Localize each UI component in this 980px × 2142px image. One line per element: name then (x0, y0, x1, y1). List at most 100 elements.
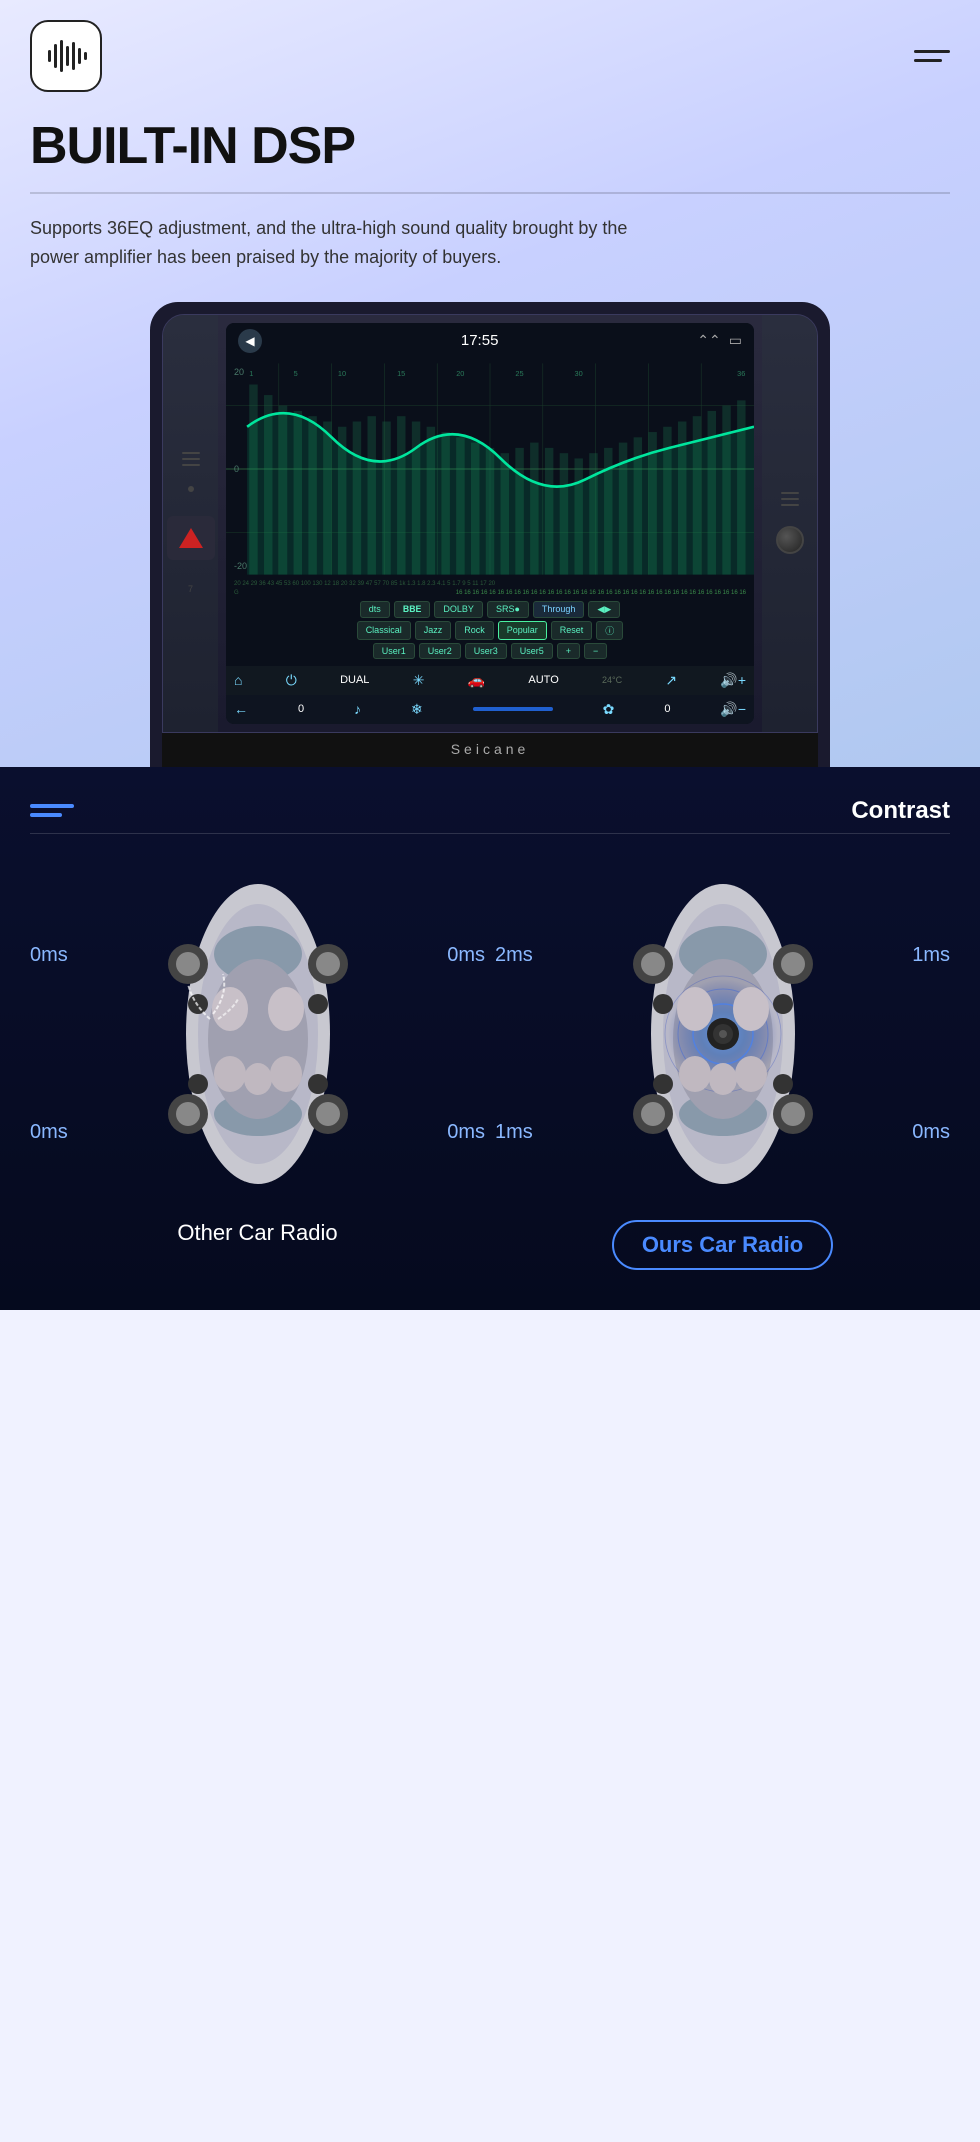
db-label-bot: -20 (234, 561, 247, 571)
music-icon: ♪ (354, 701, 361, 717)
ours-car-svg (623, 864, 823, 1204)
ours-car-button[interactable]: Ours Car Radio (612, 1220, 833, 1270)
contrast-header: Contrast (30, 797, 950, 825)
car-panel: 7 ◀ 17:55 ⌃⌃ ▭ (162, 314, 818, 733)
left-vents (182, 452, 200, 466)
home-icon[interactable]: ⌂ (234, 672, 242, 688)
popular-button[interactable]: Popular (498, 621, 547, 640)
hero-description: Supports 36EQ adjustment, and the ultra-… (30, 214, 670, 272)
bottom-nav-bar-2: ← 0 ♪ ❄ ✿ 0 🔊− (226, 695, 754, 724)
freq-label: 20 24 29 36 43 45 53 60 100 130 12 18 20… (234, 581, 495, 587)
screen-status-icons: ⌃⌃ ▭ (697, 332, 742, 349)
vent-line (182, 458, 200, 460)
vent-line (781, 504, 799, 506)
gain-values: 16 16 16 16 16 16 16 16 16 16 16 16 16 1… (456, 590, 746, 596)
brand-label: Seicane (162, 733, 818, 767)
dolby-button[interactable]: DOLBY (434, 601, 483, 618)
db-labels: 20 0 -20 (234, 359, 247, 579)
user3-button[interactable]: User3 (465, 643, 507, 659)
hamburger-menu[interactable] (914, 50, 950, 62)
vent-line (781, 498, 799, 500)
car-radio-image: 7 ◀ 17:55 ⌃⌃ ▭ (30, 302, 950, 767)
back-button[interactable]: ◀ (238, 329, 262, 353)
battery-icon: ▭ (729, 332, 742, 349)
user1-button[interactable]: User1 (373, 643, 415, 659)
freq-label-2: G (234, 590, 239, 596)
other-car-wrapper: 0ms 0ms 0ms 0ms (30, 864, 485, 1204)
vent-line (781, 492, 799, 494)
user5-button[interactable]: User5 (511, 643, 553, 659)
screen-header: ◀ 17:55 ⌃⌃ ▭ (226, 323, 754, 359)
minus-button[interactable]: − (584, 643, 607, 659)
header (30, 20, 950, 92)
other-top-left-ms: 0ms (30, 944, 68, 967)
dts-button[interactable]: dts (360, 601, 390, 618)
svg-text:5: 5 (294, 369, 298, 378)
svg-text:36: 36 (737, 369, 745, 378)
vol-down-icon[interactable]: 🔊− (720, 701, 746, 718)
hazard-triangle-icon (179, 528, 203, 548)
car-right-panel (762, 315, 817, 732)
db-label-mid: 0 (234, 464, 247, 474)
vol-up-icon[interactable]: 🔊+ (720, 672, 746, 689)
vent-line (182, 452, 200, 454)
contrast-line-short (30, 813, 62, 817)
snowflake-icon: ✳ (413, 672, 425, 689)
screen-time: 17:55 (461, 332, 499, 349)
car-radio-frame: 7 ◀ 17:55 ⌃⌃ ▭ (150, 302, 830, 767)
other-bottom-left-ms: 0ms (30, 1121, 68, 1144)
eq-btn-row-3: User1 User2 User3 User5 + − (234, 643, 746, 659)
chevron-up-icon: ⌃⌃ (697, 332, 720, 349)
srs-button[interactable]: SRS● (487, 601, 529, 618)
car-side-panels: 7 ◀ 17:55 ⌃⌃ ▭ (163, 315, 817, 732)
other-car-item: 0ms 0ms 0ms 0ms (30, 864, 485, 1246)
right-knob[interactable] (776, 526, 804, 554)
right-vents (781, 492, 799, 506)
plus-button[interactable]: + (557, 643, 580, 659)
contrast-divider (30, 833, 950, 834)
bottom-nav-bar: ⌂ ⏻ DUAL ✳ 🚗 AUTO 24°C ↗ 🔊+ (226, 666, 754, 695)
reset-button[interactable]: Reset (551, 621, 593, 640)
rock-button[interactable]: Rock (455, 621, 494, 640)
svg-text:1: 1 (249, 369, 253, 378)
hazard-button[interactable] (167, 516, 215, 560)
back-arrow-icon[interactable]: ← (234, 701, 248, 717)
hamburger-line-1 (914, 50, 950, 53)
zero-label: 0 (298, 703, 304, 715)
hero-divider (30, 192, 950, 194)
ours-top-left-ms: 2ms (495, 944, 533, 967)
jazz-button[interactable]: Jazz (415, 621, 452, 640)
ours-car-wrapper: 2ms 1ms 1ms 0ms (495, 864, 950, 1204)
eq-controls: dts 𝐁𝐁𝐄 DOLBY SRS● Through ◀▶ Classical … (226, 597, 754, 666)
temp-label: 24°C (602, 675, 622, 685)
through-button[interactable]: Through (533, 601, 585, 618)
ours-car-label-box: Ours Car Radio (612, 1220, 833, 1270)
ours-top-right-ms: 1ms (912, 944, 950, 967)
freq-row-2: G 16 16 16 16 16 16 16 16 16 16 16 16 16… (226, 589, 754, 597)
contrast-section: Contrast 0ms 0ms 0ms 0ms (0, 767, 980, 1310)
sound-wave-icon (44, 34, 88, 78)
fan-icon: ❄ (411, 701, 423, 718)
hamburger-line-2 (914, 59, 942, 62)
info-button[interactable]: ⓘ (596, 621, 623, 640)
user2-button[interactable]: User2 (419, 643, 461, 659)
balance-button[interactable]: ◀▶ (588, 601, 620, 618)
ours-bottom-right-ms: 0ms (912, 1121, 950, 1144)
auto-label: AUTO (528, 674, 558, 686)
classical-button[interactable]: Classical (357, 621, 411, 640)
freq-row-1: 20 24 29 36 43 45 53 60 100 130 12 18 20… (226, 579, 754, 589)
other-bottom-right-ms: 0ms (447, 1121, 485, 1144)
other-car-label: Other Car Radio (177, 1220, 337, 1245)
ours-car-item: 2ms 1ms 1ms 0ms (495, 864, 950, 1270)
svg-text:20: 20 (456, 369, 464, 378)
ours-bottom-left-ms: 1ms (495, 1121, 533, 1144)
car-comparison: 0ms 0ms 0ms 0ms (30, 864, 950, 1270)
power-icon[interactable]: ⏻ (286, 672, 297, 689)
page-title: BUILT-IN DSP (30, 116, 950, 176)
svg-text:25: 25 (515, 369, 523, 378)
hero-section: BUILT-IN DSP Supports 36EQ adjustment, a… (0, 0, 980, 767)
eq-btn-row-1: dts 𝐁𝐁𝐄 DOLBY SRS● Through ◀▶ (234, 601, 746, 618)
bbe-button[interactable]: 𝐁𝐁𝐄 (394, 601, 431, 618)
eq-btn-row-2: Classical Jazz Rock Popular Reset ⓘ (234, 621, 746, 640)
dsp-screen: ◀ 17:55 ⌃⌃ ▭ 20 0 -20 (226, 323, 754, 724)
